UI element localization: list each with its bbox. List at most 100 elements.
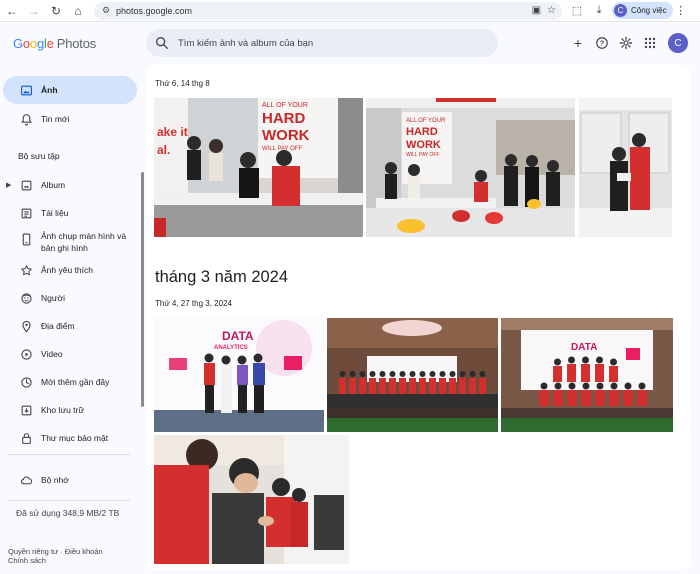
cast-icon[interactable]: ▣ bbox=[532, 5, 541, 16]
browser-profile-chip[interactable]: C Công việc bbox=[612, 2, 673, 19]
sidebar-item-label: Kho lưu trữ bbox=[41, 405, 85, 415]
add-icon[interactable]: + bbox=[566, 32, 590, 54]
screenshot-icon bbox=[19, 232, 33, 246]
app-header: Google Photos + ? C bbox=[0, 22, 700, 64]
photo-icon bbox=[19, 83, 33, 97]
privacy-link[interactable]: Quyền riêng tư bbox=[8, 547, 58, 556]
logo-letter: g bbox=[36, 35, 45, 51]
home-icon[interactable]: ⌂ bbox=[68, 1, 88, 21]
forward-icon[interactable]: → bbox=[24, 1, 44, 21]
expand-caret-icon[interactable]: ▶ bbox=[6, 181, 11, 189]
play-icon bbox=[19, 347, 33, 361]
sidebar-item-favorites[interactable]: Ảnh yêu thích bbox=[3, 263, 137, 277]
sidebar-item-label: Bộ nhớ bbox=[41, 475, 69, 485]
sidebar-item-label: Video bbox=[41, 349, 63, 359]
browser-toolbar: ← → ↻ ⌂ ⚙ photos.google.com ▣ ☆ ⬚ ⤓ C Cô… bbox=[0, 0, 700, 22]
lock-folder-icon bbox=[19, 431, 33, 445]
browser-menu-icon[interactable]: ⋮ bbox=[673, 4, 689, 17]
date-group-label[interactable]: Thứ 6, 14 thg 8 bbox=[155, 79, 210, 88]
logo-product-text: Photos bbox=[56, 35, 97, 51]
date-group-label[interactable]: Thứ 4, 27 thg 3, 2024 bbox=[155, 299, 232, 308]
wall-text: HARD bbox=[406, 126, 438, 138]
sidebar-scrollbar[interactable] bbox=[141, 172, 144, 407]
cloud-icon bbox=[19, 473, 33, 487]
logo-letter: o bbox=[29, 35, 37, 51]
account-avatar[interactable]: C bbox=[668, 33, 688, 53]
sidebar: Ảnh Tin mới Bộ sưu tập ▶ Album Tài liệu … bbox=[0, 72, 145, 574]
sidebar-item-label: Tài liệu bbox=[41, 208, 69, 218]
album-icon bbox=[19, 178, 33, 192]
apps-grid-icon[interactable] bbox=[638, 32, 662, 54]
download-icon[interactable]: ⤓ bbox=[588, 1, 610, 21]
photo-thumbnail[interactable]: DATA bbox=[501, 318, 673, 432]
footer-links: Quyền riêng tư · Điều khoản Chính sách bbox=[8, 547, 103, 565]
photo-thumbnail[interactable] bbox=[327, 318, 498, 432]
photo-thumbnail[interactable] bbox=[154, 435, 349, 564]
profile-label: Công việc bbox=[631, 6, 667, 15]
sidebar-item-recently-added[interactable]: Mới thêm gần đây bbox=[3, 375, 137, 389]
sidebar-item-label: Ảnh bbox=[41, 85, 58, 95]
sidebar-item-label: Album bbox=[41, 180, 66, 190]
sidebar-item-label: Tin mới bbox=[41, 114, 70, 124]
wall-text: WORK bbox=[262, 127, 310, 144]
sidebar-item-album[interactable]: ▶ Album bbox=[3, 178, 137, 192]
back-icon[interactable]: ← bbox=[2, 1, 22, 21]
extensions-icon[interactable]: ⬚ bbox=[566, 1, 588, 21]
profile-avatar: C bbox=[614, 4, 627, 17]
month-title[interactable]: tháng 3 năm 2024 bbox=[155, 268, 288, 287]
wall-text: WILL PAY OFF bbox=[406, 152, 439, 158]
bell-icon bbox=[19, 112, 33, 126]
sidebar-item-people[interactable]: Người bbox=[3, 291, 137, 305]
sidebar-item-storage[interactable]: Bộ nhớ bbox=[3, 473, 137, 487]
photo-thumbnail[interactable]: DATA ANALYTICS bbox=[154, 318, 324, 432]
wall-text: ALL OF YOUR bbox=[406, 118, 446, 124]
sidebar-item-places[interactable]: Địa điểm bbox=[3, 319, 137, 333]
logo-google-text: Google bbox=[13, 36, 54, 51]
search-input[interactable] bbox=[178, 37, 478, 49]
sidebar-item-photos[interactable]: Ảnh bbox=[3, 76, 137, 104]
logo-letter: G bbox=[13, 35, 23, 51]
sidebar-item-label: Thư mục bảo mật bbox=[41, 433, 109, 443]
sidebar-item-label-line1: Ảnh chụp màn hình và bbox=[41, 231, 127, 241]
wall-text: WORK bbox=[406, 139, 441, 151]
bookmark-star-icon[interactable]: ☆ bbox=[547, 5, 556, 16]
clock-icon bbox=[19, 375, 33, 389]
face-icon bbox=[19, 291, 33, 305]
photo-thumbnail[interactable] bbox=[579, 98, 672, 237]
url-text: photos.google.com bbox=[116, 5, 193, 16]
archive-icon bbox=[19, 403, 33, 417]
settings-gear-icon[interactable] bbox=[614, 32, 638, 54]
logo-letter: e bbox=[46, 35, 54, 51]
terms-link[interactable]: Điều khoản bbox=[65, 547, 103, 556]
sidebar-item-videos[interactable]: Video bbox=[3, 347, 137, 361]
wall-text: al. bbox=[157, 143, 170, 157]
wall-text: HARD bbox=[262, 110, 305, 127]
photo-thumbnail[interactable]: ake it al. ALL OF YOUR HARD WORK WILL PA… bbox=[154, 98, 363, 237]
reload-icon[interactable]: ↻ bbox=[46, 1, 66, 21]
footer-separator: · bbox=[60, 547, 63, 556]
address-bar[interactable]: ⚙ photos.google.com ▣ ☆ bbox=[94, 1, 562, 20]
wall-text: ake it bbox=[157, 125, 188, 139]
sidebar-item-documents[interactable]: Tài liệu bbox=[3, 206, 137, 220]
star-icon bbox=[19, 263, 33, 277]
banner-text: ANALYTICS bbox=[214, 345, 248, 351]
search-icon[interactable] bbox=[154, 35, 170, 51]
sidebar-item-screenshots[interactable]: Ảnh chụp màn hình và bản ghi hình bbox=[3, 230, 137, 254]
banner-text: DATA bbox=[222, 329, 254, 343]
banner-text: DATA bbox=[571, 342, 597, 353]
sidebar-item-label-line2: bản ghi hình bbox=[41, 243, 88, 253]
policy-link[interactable]: Chính sách bbox=[8, 556, 103, 565]
sidebar-item-label: Người bbox=[41, 293, 66, 303]
google-photos-logo[interactable]: Google Photos bbox=[13, 36, 96, 51]
photo-thumbnail[interactable]: ALL OF YOUR HARD WORK WILL PAY OFF bbox=[366, 98, 575, 237]
sidebar-item-label: Ảnh yêu thích bbox=[41, 265, 93, 275]
storage-bar bbox=[8, 500, 130, 501]
sidebar-item-archive[interactable]: Kho lưu trữ bbox=[3, 403, 137, 417]
sidebar-item-locked-folder[interactable]: Thư mục bảo mật bbox=[3, 431, 137, 445]
search-bar[interactable] bbox=[146, 29, 498, 57]
site-info-icon[interactable]: ⚙ bbox=[100, 5, 112, 17]
sidebar-divider bbox=[8, 454, 130, 455]
sidebar-item-updates[interactable]: Tin mới bbox=[3, 112, 137, 126]
help-icon[interactable]: ? bbox=[590, 32, 614, 54]
logo-letter: o bbox=[22, 35, 30, 51]
